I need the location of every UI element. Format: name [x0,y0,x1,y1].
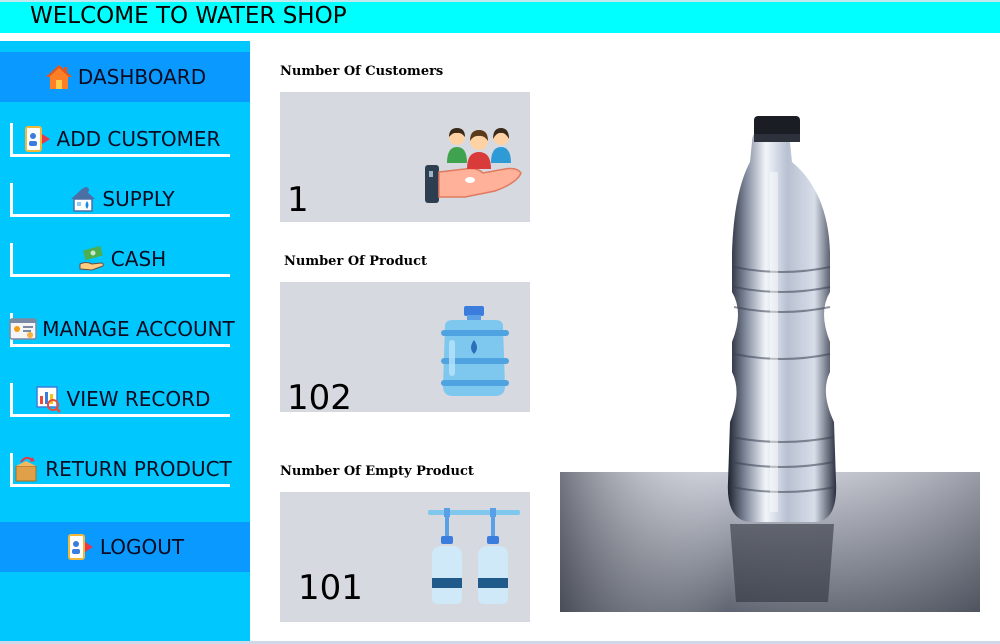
water-bottle-photo [560,42,980,612]
sidebar-item-label: LOGOUT [99,535,185,559]
sidebar-item-label: ADD CUSTOMER [56,126,221,151]
product-card-title: Number Of Product [284,254,428,269]
empty-product-card: 101 [280,492,530,622]
sidebar-item-label: VIEW RECORD [66,386,211,411]
add-customer-icon [23,124,53,154]
sidebar-item-label: DASHBOARD [77,65,207,89]
view-record-icon [33,384,63,414]
return-product-icon [11,454,41,484]
sidebar-item-cash[interactable]: CASH [10,243,230,277]
sidebar-item-add-customer[interactable]: ADD CUSTOMER [10,123,230,157]
sidebar-item-return-product[interactable]: RETURN PRODUCT [10,453,232,487]
sidebar-item-label: MANAGE ACCOUNT [42,316,235,341]
sidebar-item-label: RETURN PRODUCT [45,456,232,481]
customers-hand-icon [425,127,525,211]
product-card: 102 [280,282,530,418]
empty-bottles-icon [426,508,526,610]
header-gap [0,33,1000,41]
title-bar: WELCOME TO WATER SHOP [0,0,1000,33]
empty-product-card-title: Number Of Empty Product [280,464,474,479]
home-icon [44,62,74,92]
supply-icon [68,184,98,214]
product-count: 102 [287,378,352,418]
sidebar-item-supply[interactable]: SUPPLY [10,183,230,217]
sidebar-item-manage-account[interactable]: MANAGE ACCOUNT [8,313,235,347]
app-title: WELCOME TO WATER SHOP [30,3,347,29]
cash-icon [77,244,107,274]
customers-card: 1 [280,92,530,222]
water-jug-icon [437,306,512,402]
sidebar-item-label: SUPPLY [102,186,175,211]
title-bar-strip [0,0,1000,2]
manage-account-icon [8,314,38,344]
sidebar-item-dashboard[interactable]: DASHBOARD [0,52,250,102]
empty-product-count: 101 [298,568,363,608]
customers-count: 1 [287,180,309,220]
sidebar-item-view-record[interactable]: VIEW RECORD [10,383,230,417]
customers-card-title: Number Of Customers [280,64,444,79]
logout-icon [66,532,96,562]
sidebar-item-label: CASH [110,246,167,271]
sidebar-item-logout[interactable]: LOGOUT [0,522,250,572]
sidebar: DASHBOARD ADD CUSTOMER SUPPLY CASH MANAG… [0,41,250,644]
